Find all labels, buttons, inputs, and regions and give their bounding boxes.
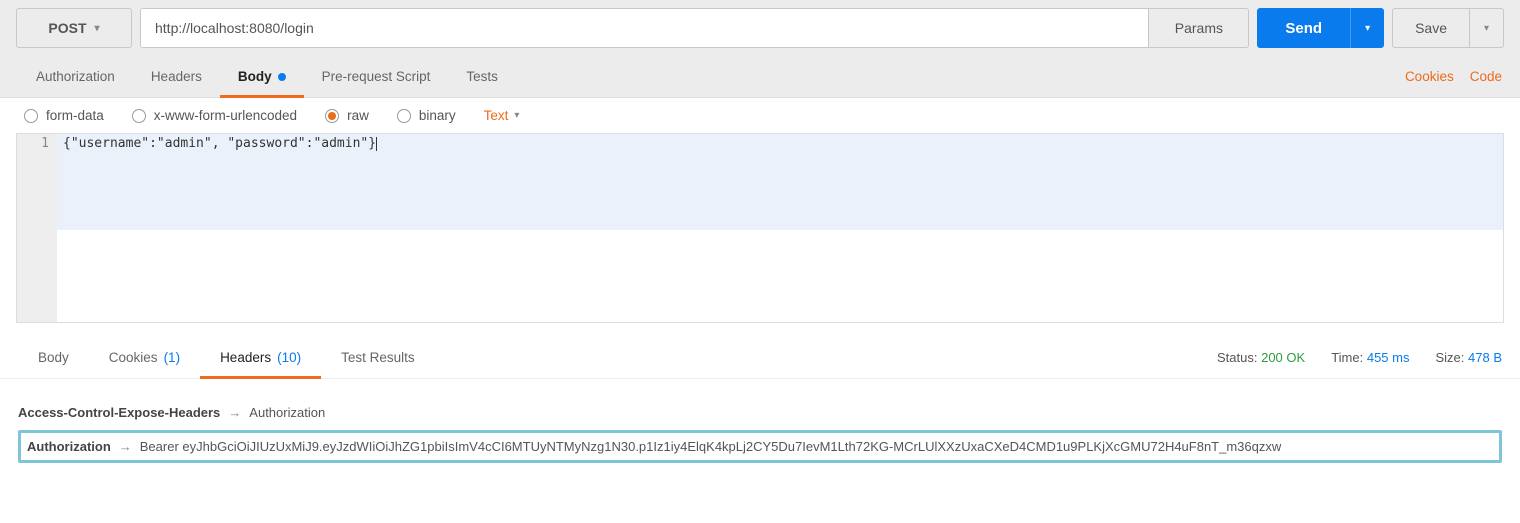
http-method-select[interactable]: POST ▾ [16, 8, 132, 48]
tab-headers[interactable]: Headers [133, 56, 220, 98]
response-size: Size: 478 B [1435, 350, 1502, 365]
params-button[interactable]: Params [1149, 8, 1249, 48]
unsaved-dot-icon [278, 73, 286, 81]
tab-authorization[interactable]: Authorization [18, 56, 133, 98]
send-button[interactable]: Send [1257, 8, 1350, 48]
response-time: Time: 455 ms [1331, 350, 1409, 365]
tab-body[interactable]: Body [220, 56, 304, 98]
response-tab-cookies[interactable]: Cookies (1) [89, 337, 200, 379]
send-dropdown-button[interactable]: ▾ [1350, 8, 1384, 48]
radio-icon [132, 109, 146, 123]
arrow-right-icon: → [119, 439, 132, 454]
line-number: 1 [17, 136, 49, 151]
response-header-key: Access-Control-Expose-Headers [18, 405, 220, 420]
editor-empty-area[interactable] [57, 230, 1503, 322]
cookies-link[interactable]: Cookies [1405, 69, 1454, 84]
editor-gutter: 1 [17, 134, 57, 322]
arrow-right-icon: → [228, 405, 241, 420]
save-button[interactable]: Save [1392, 8, 1470, 48]
response-header-value: Bearer eyJhbGciOiJIUzUxMiJ9.eyJzdWIiOiJh… [140, 439, 1282, 454]
editor-line[interactable]: {"username":"admin", "password":"admin"} [57, 134, 1503, 230]
tab-tests[interactable]: Tests [448, 56, 516, 98]
radio-binary[interactable]: binary [397, 108, 456, 123]
radio-icon [24, 109, 38, 123]
code-link[interactable]: Code [1470, 69, 1502, 84]
tab-prerequest-script[interactable]: Pre-request Script [304, 56, 449, 98]
radio-urlencoded[interactable]: x-www-form-urlencoded [132, 108, 297, 123]
http-method-label: POST [48, 20, 86, 36]
chevron-down-icon: ▾ [1484, 23, 1489, 34]
response-status: Status: 200 OK [1217, 350, 1305, 365]
response-tab-headers[interactable]: Headers (10) [200, 337, 321, 379]
body-content-type-select[interactable]: Text ▾ [484, 108, 520, 123]
radio-icon [397, 109, 411, 123]
response-header-key: Authorization [27, 439, 111, 454]
save-dropdown-button[interactable]: ▾ [1470, 8, 1504, 48]
response-tab-test-results[interactable]: Test Results [321, 337, 435, 379]
radio-raw[interactable]: raw [325, 108, 369, 123]
chevron-down-icon: ▾ [1365, 23, 1370, 34]
radio-checked-icon [325, 109, 339, 123]
radio-form-data[interactable]: form-data [24, 108, 104, 123]
request-body-editor[interactable]: 1 {"username":"admin", "password":"admin… [16, 133, 1504, 323]
text-cursor-icon [376, 137, 377, 151]
response-header-value: Authorization [249, 405, 325, 420]
response-tab-body[interactable]: Body [18, 337, 89, 379]
response-header-row: Access-Control-Expose-Headers → Authoriz… [18, 395, 1502, 430]
response-header-row-highlighted: Authorization → Bearer eyJhbGciOiJIUzUxM… [18, 430, 1502, 463]
chevron-down-icon: ▾ [95, 23, 100, 34]
chevron-down-icon: ▾ [514, 110, 519, 121]
url-input[interactable] [140, 8, 1149, 48]
